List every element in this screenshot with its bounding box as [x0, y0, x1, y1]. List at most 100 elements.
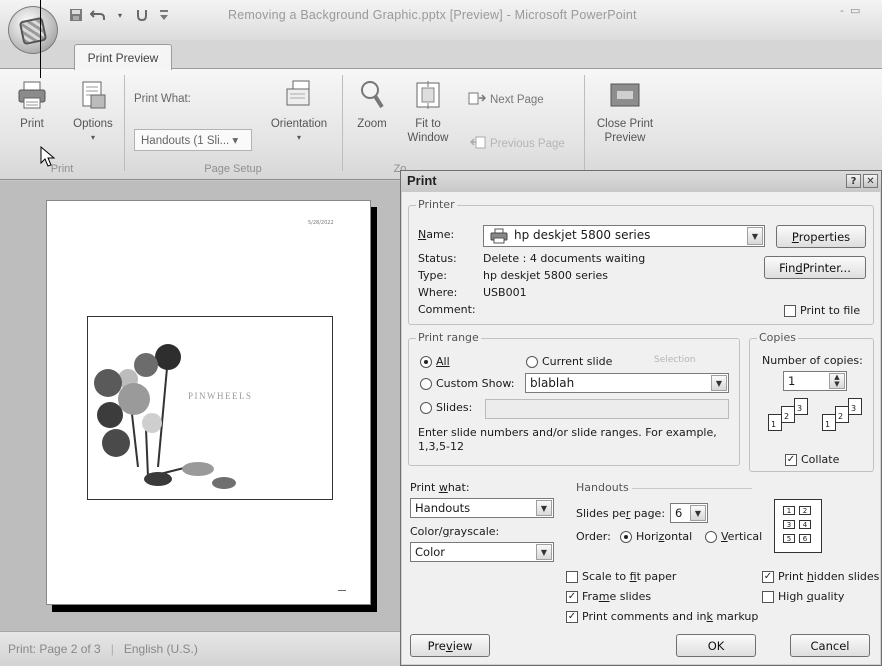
zoom-button[interactable]: Zoom [352, 79, 392, 131]
slides-input[interactable] [485, 399, 729, 419]
options-button[interactable]: Options ▾ [66, 79, 120, 145]
range-custom-show-label: Custom Show: [436, 377, 515, 390]
print-what-ribbon-select[interactable]: Handouts (1 Sli... ▾ [134, 129, 252, 151]
print-what-value: Handouts [415, 501, 471, 515]
more-icon[interactable]: ▾ [112, 8, 128, 23]
printer-name-select[interactable]: hp deskjet 5800 series ▼ [483, 225, 765, 247]
range-slides-radio[interactable]: Slides: [420, 401, 472, 414]
print-comments-checkbox[interactable]: ✓ Print comments and ink markup [566, 610, 758, 623]
checkbox-checked-icon: ✓ [785, 453, 797, 466]
print-what-ribbon-label: Print What: [134, 93, 191, 105]
status-language[interactable]: English (U.S.) [124, 642, 198, 656]
high-quality-checkbox[interactable]: High quality [762, 590, 844, 603]
frame-slides-label: Frame slides [582, 590, 652, 603]
next-page-icon [468, 91, 487, 108]
maximize-button[interactable]: ▭ [850, 4, 860, 17]
cancel-button[interactable]: Cancel [790, 634, 870, 657]
find-printer-button[interactable]: Fin d Printer... [764, 256, 866, 279]
custom-show-select[interactable]: blablah ▼ [525, 373, 729, 393]
order-vertical-radio[interactable]: Vertical [705, 530, 762, 543]
previous-page-button[interactable]: Previous Page [469, 135, 565, 152]
save-icon[interactable] [68, 8, 84, 23]
scale-to-fit-checkbox[interactable]: Scale to fit paper [566, 570, 676, 583]
orientation-button[interactable]: Orientation ▾ [262, 79, 336, 145]
printer-icon [490, 228, 508, 247]
checkbox-box [784, 304, 796, 317]
slide-title-text: PINWHEELS [188, 391, 253, 401]
checkbox-checked-icon: ✓ [566, 590, 578, 603]
handouts-group-title: Handouts [574, 481, 631, 494]
orientation-icon [283, 79, 315, 111]
handout-cell: 5 [783, 534, 795, 543]
office-logo-icon [18, 16, 48, 46]
custom-show-value: blablah [530, 376, 575, 390]
chevron-down-icon: ▼ [536, 544, 552, 560]
handout-layout-preview [774, 499, 822, 553]
range-current-slide-radio[interactable]: Current slide [526, 355, 612, 368]
print-what-label: Print what: [410, 481, 470, 494]
magnifier-icon [356, 79, 388, 111]
tab-print-preview[interactable]: Print Preview [74, 44, 172, 70]
pinwheel-graphic [94, 344, 236, 489]
options-icon [77, 79, 109, 111]
group-page-setup-label: Page Setup [204, 163, 262, 175]
fit-to-window-button[interactable]: Fit to Window [400, 79, 456, 145]
color-grayscale-label: Color/grayscale: [410, 525, 500, 538]
checkbox-box [566, 570, 578, 583]
window-controls: - ▭ [840, 4, 860, 17]
slides-per-page-select[interactable]: 6 ▼ [670, 503, 708, 523]
redo-icon[interactable] [134, 8, 150, 23]
minimize-button[interactable]: - [840, 4, 844, 17]
range-all-radio[interactable]: All [420, 355, 450, 368]
type-label: Type: [418, 269, 447, 282]
checkbox-checked-icon: ✓ [566, 610, 578, 623]
ok-button[interactable]: OK [676, 634, 756, 657]
order-horizontal-radio[interactable]: Horizontal [620, 530, 692, 543]
undo-icon[interactable] [90, 8, 106, 23]
copies-input[interactable]: 1 ▲ ▼ [783, 371, 847, 391]
chevron-down-icon: ▼ [711, 375, 727, 391]
checkbox-checked-icon: ✓ [762, 570, 774, 583]
color-grayscale-select[interactable]: Color ▼ [410, 542, 554, 562]
dialog-help-button[interactable]: ? [846, 174, 861, 188]
collate-checkbox[interactable]: ✓ Collate [785, 453, 839, 466]
scale-to-fit-label: Scale to fit paper [582, 570, 677, 583]
previous-page-label: Previous Page [490, 137, 565, 150]
radio-icon [526, 355, 538, 368]
window-title: Removing a Background Graphic.pptx [Prev… [228, 8, 637, 22]
close-print-preview-label: Close Print Preview [596, 118, 654, 144]
options-dropdown-icon: ▾ [90, 133, 95, 142]
order-horizontal-label: Horizontal [636, 530, 693, 543]
ribbon-separator [584, 75, 585, 171]
next-page-button[interactable]: Next Page [468, 91, 544, 108]
customize-qat-icon[interactable] [156, 8, 172, 23]
group-print-label: Print [50, 163, 74, 175]
radio-icon [705, 530, 717, 543]
orientation-label: Orientation [270, 118, 328, 130]
status-label: Status: [418, 252, 457, 265]
close-print-preview-button[interactable]: Close Print Preview [590, 79, 660, 145]
ribbon: Print Options ▾ Print Print What: Handou… [0, 68, 882, 180]
handout-cell: 6 [799, 534, 811, 543]
print-hidden-slides-checkbox[interactable]: ✓ Print hidden slides [762, 570, 879, 583]
handout-cell: 1 [783, 506, 795, 515]
print-what-select[interactable]: Handouts ▼ [410, 498, 554, 518]
frame-slides-checkbox[interactable]: ✓ Frame slides [566, 590, 651, 603]
properties-button[interactable]: Properties [776, 225, 866, 248]
print-button[interactable]: Print [14, 79, 50, 131]
order-label: Order: [576, 530, 611, 543]
status-separator: | [110, 642, 114, 656]
spinner-icon[interactable]: ▲ ▼ [829, 373, 845, 389]
orientation-dropdown-icon: ▾ [296, 133, 301, 142]
options-label: Options [73, 118, 113, 130]
range-selection-label: Selection [654, 355, 696, 365]
radio-icon [420, 377, 432, 390]
copies-value: 1 [788, 374, 796, 388]
dialog-close-button[interactable]: ✕ [863, 174, 878, 188]
office-button[interactable] [8, 6, 58, 54]
range-custom-show-radio[interactable]: Custom Show: [420, 377, 514, 390]
fit-to-window-label: Fit to Window [407, 118, 449, 144]
next-page-label: Next Page [490, 93, 544, 106]
print-to-file-checkbox[interactable]: Print to file [784, 304, 860, 317]
preview-button[interactable]: Pre v iew [410, 634, 490, 657]
